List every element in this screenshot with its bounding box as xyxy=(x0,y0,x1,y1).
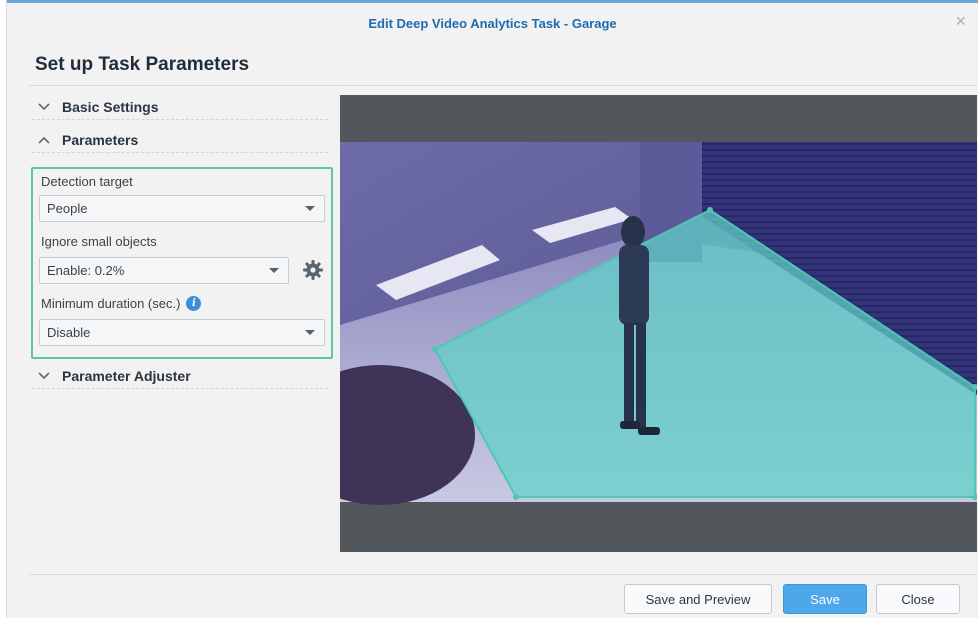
section-basic-settings[interactable]: Basic Settings xyxy=(32,95,328,120)
section-parameter-adjuster[interactable]: Parameter Adjuster xyxy=(32,364,328,389)
zone-handle[interactable] xyxy=(513,494,519,500)
chevron-down-icon xyxy=(38,369,52,383)
detection-target-select[interactable]: People xyxy=(39,195,325,222)
minimum-duration-text: Minimum duration (sec.) xyxy=(41,296,181,311)
chevron-down-icon xyxy=(305,330,315,335)
close-icon[interactable]: × xyxy=(955,12,966,30)
chevron-up-icon xyxy=(38,133,52,147)
chevron-down-icon xyxy=(305,206,315,211)
minimum-duration-select[interactable]: Disable xyxy=(39,319,325,346)
save-button[interactable]: Save xyxy=(783,584,867,614)
footer-divider xyxy=(29,574,976,575)
dialog-title: Edit Deep Video Analytics Task - Garage xyxy=(368,16,617,31)
section-parameters[interactable]: Parameters xyxy=(32,128,328,153)
zone-handle[interactable] xyxy=(432,346,438,352)
chevron-down-icon xyxy=(38,100,52,114)
edit-task-dialog: Edit Deep Video Analytics Task - Garage … xyxy=(6,0,978,618)
ignore-small-objects-select[interactable]: Enable: 0.2% xyxy=(39,257,289,284)
heading-divider xyxy=(29,85,976,86)
minimum-duration-value: Disable xyxy=(47,325,91,340)
page-title: Set up Task Parameters xyxy=(35,54,250,75)
section-label: Basic Settings xyxy=(62,99,159,115)
ignore-small-objects-value: Enable: 0.2% xyxy=(47,263,125,278)
info-icon[interactable]: i xyxy=(186,296,202,311)
section-label: Parameters xyxy=(62,132,139,148)
dialog-accent-bar xyxy=(7,0,978,3)
minimum-duration-label: Minimum duration (sec.) i xyxy=(41,296,202,311)
parameters-panel: Detection target People Ignore small obj… xyxy=(31,167,333,359)
detection-target-label: Detection target xyxy=(41,174,133,189)
ignore-small-objects-label: Ignore small objects xyxy=(41,234,157,249)
zone-handle[interactable] xyxy=(707,207,713,213)
save-and-preview-button[interactable]: Save and Preview xyxy=(624,584,772,614)
camera-frame xyxy=(285,142,978,505)
gear-icon[interactable] xyxy=(302,259,324,281)
chevron-down-icon xyxy=(269,268,279,273)
section-label: Parameter Adjuster xyxy=(62,368,191,384)
close-button[interactable]: Close xyxy=(876,584,960,614)
detection-target-value: People xyxy=(47,201,88,216)
camera-preview[interactable] xyxy=(285,95,978,552)
